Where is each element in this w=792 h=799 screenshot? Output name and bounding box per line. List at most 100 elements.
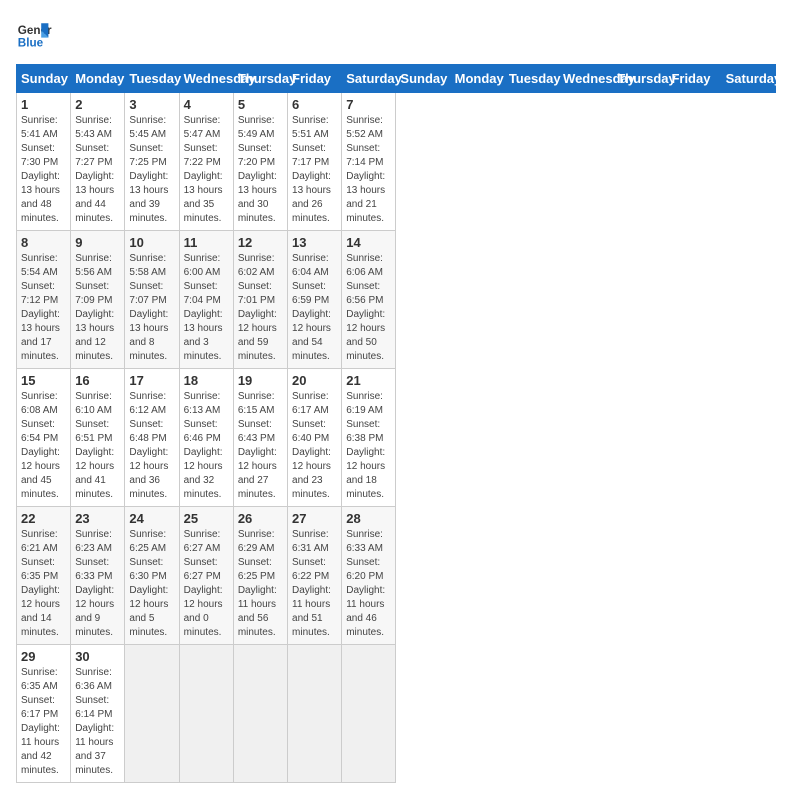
day-info: Sunrise: 6:15 AM Sunset: 6:43 PM Dayligh… bbox=[238, 390, 283, 502]
calendar-cell: 28Sunrise: 6:33 AM Sunset: 6:20 PM Dayli… bbox=[342, 507, 396, 645]
header-saturday: Saturday bbox=[342, 65, 396, 93]
calendar-week-row: 29 Sunrise: 6:35 AM Sunset: 6:17 PM Dayli… bbox=[17, 645, 776, 783]
day-info: Sunrise: 6:12 AM Sunset: 6:48 PM Dayligh… bbox=[129, 390, 174, 502]
day-number: 30 bbox=[75, 649, 120, 664]
day-info: Sunrise: 6:02 AM Sunset: 7:01 PM Dayligh… bbox=[238, 252, 283, 364]
day-number: 23 bbox=[75, 511, 120, 526]
day-info: Sunrise: 5:58 AM Sunset: 7:07 PM Dayligh… bbox=[129, 252, 174, 364]
day-number: 9 bbox=[75, 235, 120, 250]
calendar-cell: 13 Sunrise: 6:04 AM Sunset: 6:59 PM Dayli… bbox=[288, 231, 342, 369]
day-info: Sunrise: 6:29 AM Sunset: 6:25 PM Dayligh… bbox=[238, 528, 283, 640]
calendar-cell: 26 Sunrise: 6:29 AM Sunset: 6:25 PM Dayli… bbox=[233, 507, 287, 645]
calendar-cell: 19 Sunrise: 6:15 AM Sunset: 6:43 PM Dayli… bbox=[233, 369, 287, 507]
calendar-cell: 1 Sunrise: 5:41 AM Sunset: 7:30 PM Daylig… bbox=[17, 93, 71, 231]
day-number: 13 bbox=[292, 235, 337, 250]
calendar-cell bbox=[233, 645, 287, 783]
day-number: 8 bbox=[21, 235, 66, 250]
day-info: Sunrise: 5:47 AM Sunset: 7:22 PM Dayligh… bbox=[184, 114, 229, 226]
day-info: Sunrise: 6:04 AM Sunset: 6:59 PM Dayligh… bbox=[292, 252, 337, 364]
day-info: Sunrise: 6:31 AM Sunset: 6:22 PM Dayligh… bbox=[292, 528, 337, 640]
day-info: Sunrise: 6:21 AM Sunset: 6:35 PM Dayligh… bbox=[21, 528, 66, 640]
day-info: Sunrise: 5:52 AM Sunset: 7:14 PM Dayligh… bbox=[346, 114, 391, 226]
calendar-cell: 6 Sunrise: 5:51 AM Sunset: 7:17 PM Daylig… bbox=[288, 93, 342, 231]
day-number: 15 bbox=[21, 373, 66, 388]
calendar-cell: 12Sunrise: 6:02 AM Sunset: 7:01 PM Dayli… bbox=[233, 231, 287, 369]
calendar-cell: 5 Sunrise: 5:49 AM Sunset: 7:20 PM Daylig… bbox=[233, 93, 287, 231]
calendar-cell: 2Sunrise: 5:43 AM Sunset: 7:27 PM Daylig… bbox=[71, 93, 125, 231]
header-day-wednesday: Wednesday bbox=[559, 65, 613, 93]
calendar-cell: 20Sunrise: 6:17 AM Sunset: 6:40 PM Dayli… bbox=[288, 369, 342, 507]
calendar-cell: 16 Sunrise: 6:10 AM Sunset: 6:51 PM Dayli… bbox=[71, 369, 125, 507]
header-day-monday: Monday bbox=[450, 65, 504, 93]
svg-text:Blue: Blue bbox=[18, 37, 44, 50]
day-info: Sunrise: 6:13 AM Sunset: 6:46 PM Dayligh… bbox=[184, 390, 229, 502]
header-monday: Monday bbox=[71, 65, 125, 93]
calendar-cell: 24 Sunrise: 6:25 AM Sunset: 6:30 PM Dayli… bbox=[125, 507, 179, 645]
calendar-cell: 30 Sunrise: 6:36 AM Sunset: 6:14 PM Dayli… bbox=[71, 645, 125, 783]
header-thursday: Thursday bbox=[233, 65, 287, 93]
day-info: Sunrise: 6:33 AM Sunset: 6:20 PM Dayligh… bbox=[346, 528, 391, 640]
day-number: 18 bbox=[184, 373, 229, 388]
day-info: Sunrise: 5:54 AM Sunset: 7:12 PM Dayligh… bbox=[21, 252, 66, 364]
day-info: Sunrise: 6:27 AM Sunset: 6:27 PM Dayligh… bbox=[184, 528, 229, 640]
calendar-cell: 22 Sunrise: 6:21 AM Sunset: 6:35 PM Dayli… bbox=[17, 507, 71, 645]
day-info: Sunrise: 5:41 AM Sunset: 7:30 PM Dayligh… bbox=[21, 114, 66, 226]
calendar-cell: 11Sunrise: 6:00 AM Sunset: 7:04 PM Dayli… bbox=[179, 231, 233, 369]
calendar-cell: 23 Sunrise: 6:23 AM Sunset: 6:33 PM Dayli… bbox=[71, 507, 125, 645]
day-info: Sunrise: 6:08 AM Sunset: 6:54 PM Dayligh… bbox=[21, 390, 66, 502]
day-info: Sunrise: 5:51 AM Sunset: 7:17 PM Dayligh… bbox=[292, 114, 337, 226]
day-number: 20 bbox=[292, 373, 337, 388]
logo-icon: General Blue bbox=[16, 16, 52, 52]
calendar-cell bbox=[342, 645, 396, 783]
day-number: 26 bbox=[238, 511, 283, 526]
day-number: 17 bbox=[129, 373, 174, 388]
page-header: General Blue bbox=[16, 16, 776, 52]
day-number: 6 bbox=[292, 97, 337, 112]
day-number: 29 bbox=[21, 649, 66, 664]
day-number: 22 bbox=[21, 511, 66, 526]
calendar-cell: 14 Sunrise: 6:06 AM Sunset: 6:56 PM Dayli… bbox=[342, 231, 396, 369]
day-info: Sunrise: 6:23 AM Sunset: 6:33 PM Dayligh… bbox=[75, 528, 120, 640]
day-number: 14 bbox=[346, 235, 391, 250]
header-wednesday: Wednesday bbox=[179, 65, 233, 93]
header-tuesday: Tuesday bbox=[125, 65, 179, 93]
calendar-week-row: 15 Sunrise: 6:08 AM Sunset: 6:54 PM Dayli… bbox=[17, 369, 776, 507]
day-number: 5 bbox=[238, 97, 283, 112]
logo: General Blue bbox=[16, 16, 52, 52]
calendar-cell bbox=[179, 645, 233, 783]
calendar-cell: 8 Sunrise: 5:54 AM Sunset: 7:12 PM Daylig… bbox=[17, 231, 71, 369]
day-number: 1 bbox=[21, 97, 66, 112]
day-number: 10 bbox=[129, 235, 174, 250]
header-day-thursday: Thursday bbox=[613, 65, 667, 93]
calendar-cell: 10 Sunrise: 5:58 AM Sunset: 7:07 PM Dayli… bbox=[125, 231, 179, 369]
day-number: 24 bbox=[129, 511, 174, 526]
day-number: 3 bbox=[129, 97, 174, 112]
calendar-cell: 7Sunrise: 5:52 AM Sunset: 7:14 PM Daylig… bbox=[342, 93, 396, 231]
day-number: 19 bbox=[238, 373, 283, 388]
header-day-tuesday: Tuesday bbox=[504, 65, 558, 93]
day-info: Sunrise: 6:06 AM Sunset: 6:56 PM Dayligh… bbox=[346, 252, 391, 364]
calendar-cell: 21Sunrise: 6:19 AM Sunset: 6:38 PM Dayli… bbox=[342, 369, 396, 507]
day-info: Sunrise: 6:10 AM Sunset: 6:51 PM Dayligh… bbox=[75, 390, 120, 502]
day-info: Sunrise: 6:35 AM Sunset: 6:17 PM Dayligh… bbox=[21, 666, 66, 778]
calendar-cell bbox=[288, 645, 342, 783]
calendar-cell: 29 Sunrise: 6:35 AM Sunset: 6:17 PM Dayli… bbox=[17, 645, 71, 783]
calendar-cell: 4 Sunrise: 5:47 AM Sunset: 7:22 PM Daylig… bbox=[179, 93, 233, 231]
calendar-week-row: 1 Sunrise: 5:41 AM Sunset: 7:30 PM Daylig… bbox=[17, 93, 776, 231]
header-day-friday: Friday bbox=[667, 65, 721, 93]
header-day-sunday: Sunday bbox=[396, 65, 450, 93]
day-number: 4 bbox=[184, 97, 229, 112]
calendar-cell: 9 Sunrise: 5:56 AM Sunset: 7:09 PM Daylig… bbox=[71, 231, 125, 369]
day-info: Sunrise: 5:49 AM Sunset: 7:20 PM Dayligh… bbox=[238, 114, 283, 226]
day-number: 16 bbox=[75, 373, 120, 388]
header-sunday: Sunday bbox=[17, 65, 71, 93]
day-info: Sunrise: 6:36 AM Sunset: 6:14 PM Dayligh… bbox=[75, 666, 120, 778]
calendar-week-row: 22 Sunrise: 6:21 AM Sunset: 6:35 PM Dayli… bbox=[17, 507, 776, 645]
calendar-cell: 25 Sunrise: 6:27 AM Sunset: 6:27 PM Dayli… bbox=[179, 507, 233, 645]
day-info: Sunrise: 6:25 AM Sunset: 6:30 PM Dayligh… bbox=[129, 528, 174, 640]
calendar-week-row: 8 Sunrise: 5:54 AM Sunset: 7:12 PM Daylig… bbox=[17, 231, 776, 369]
day-number: 25 bbox=[184, 511, 229, 526]
day-info: Sunrise: 5:56 AM Sunset: 7:09 PM Dayligh… bbox=[75, 252, 120, 364]
day-info: Sunrise: 5:45 AM Sunset: 7:25 PM Dayligh… bbox=[129, 114, 174, 226]
calendar-cell: 27Sunrise: 6:31 AM Sunset: 6:22 PM Dayli… bbox=[288, 507, 342, 645]
